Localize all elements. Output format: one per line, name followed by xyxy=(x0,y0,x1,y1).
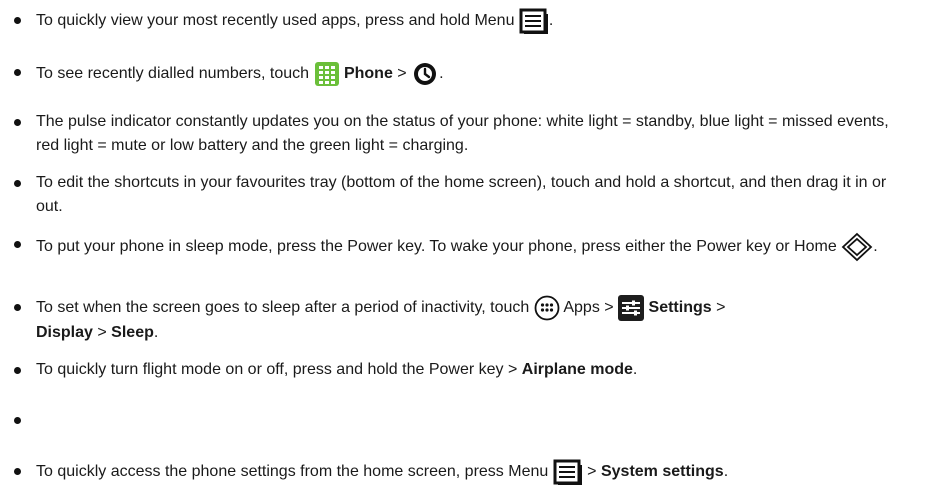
settings-app-icon xyxy=(618,295,645,321)
bullet xyxy=(14,304,21,311)
bullet xyxy=(14,180,21,187)
bullet xyxy=(14,119,21,126)
menu-icon xyxy=(519,8,549,34)
recent-calls-icon xyxy=(411,60,440,88)
bullet xyxy=(14,69,21,76)
home-icon xyxy=(841,232,873,262)
bullet xyxy=(14,17,21,24)
menu-icon xyxy=(553,459,583,485)
phone-app-icon xyxy=(314,61,340,87)
bullet xyxy=(14,468,21,475)
apps-icon xyxy=(534,295,560,321)
bullet xyxy=(14,241,21,248)
bullet xyxy=(14,417,21,424)
bullet xyxy=(14,367,21,374)
